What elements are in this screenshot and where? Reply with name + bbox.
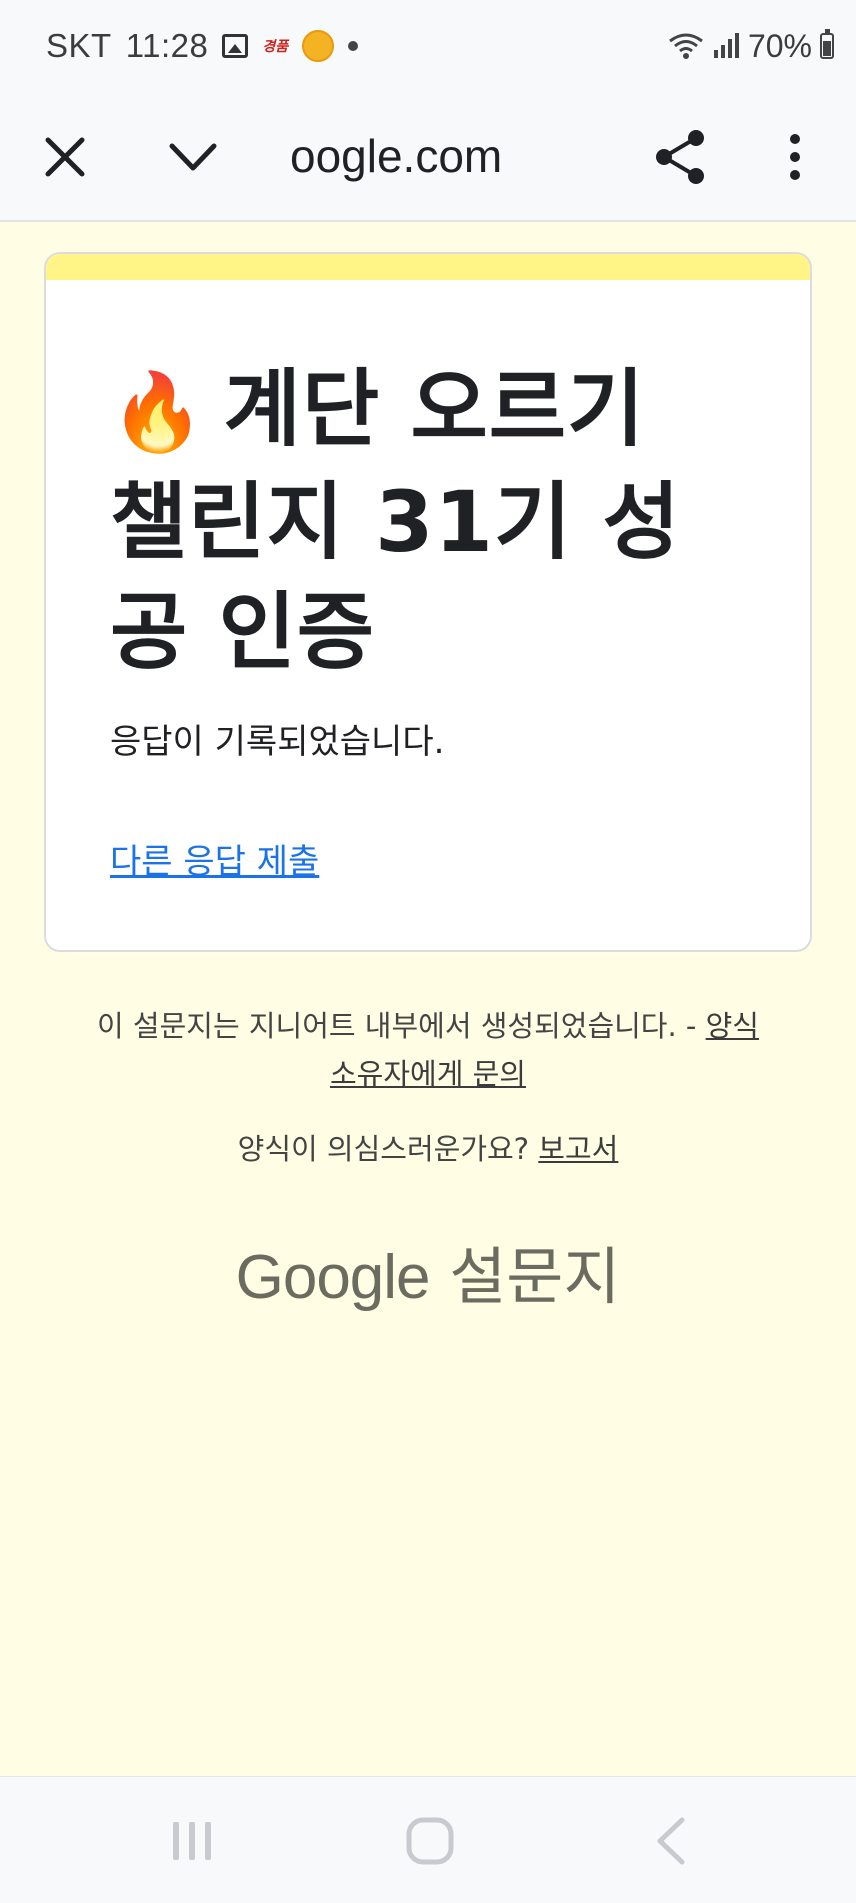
response-recorded-message: 응답이 기록되었습니다. (110, 722, 445, 762)
status-bar: SKT 11:28 경품 70% (0, 0, 856, 92)
home-button[interactable] (400, 1813, 460, 1869)
back-button[interactable] (640, 1813, 700, 1869)
recents-button[interactable] (162, 1813, 222, 1869)
battery-percent: 70% (747, 27, 812, 64)
form-origin-notice: 이 설문지는 지니어트 내부에서 생성되었습니다. - 양식 소유자에게 문의 (80, 1002, 776, 1098)
back-icon (657, 1817, 685, 1865)
home-icon (406, 1817, 454, 1865)
confirmation-card: 🔥 계단 오르기 챌린지 31기 성공 인증 응답이 기록되었습니다. 다른 응답… (44, 252, 812, 952)
share-icon (656, 130, 704, 184)
more-options-button[interactable] (760, 122, 830, 192)
minimize-button[interactable] (158, 122, 228, 192)
report-notice: 양식이 의심스러운가요? 보고서 (80, 1126, 776, 1168)
share-button[interactable] (645, 122, 715, 192)
signal-icon (713, 33, 739, 58)
more-notifications-icon (348, 41, 359, 51)
forms-wordmark: 설문지 (449, 1240, 621, 1313)
carrier-label: SKT (46, 27, 112, 64)
chevron-down-icon (169, 143, 217, 171)
more-vert-icon (790, 134, 800, 180)
app-notification-icon: 경품 (262, 40, 289, 55)
recents-icon (173, 1822, 211, 1860)
card-accent-bar (46, 254, 810, 280)
custom-tab-toolbar: oogle.com (0, 92, 856, 222)
gallery-notification-icon (222, 34, 249, 58)
google-wordmark: Google (235, 1243, 431, 1312)
url-bar[interactable]: oogle.com (290, 116, 502, 196)
report-link[interactable]: 보고서 (538, 1132, 618, 1166)
suspicious-text: 양식이 의심스러운가요? (237, 1132, 530, 1166)
close-icon (45, 137, 85, 177)
form-origin-text: 이 설문지는 지니어트 내부에서 생성되었습니다. - (97, 1009, 697, 1043)
status-left: SKT 11:28 경품 (46, 24, 359, 68)
system-nav-bar (0, 1776, 856, 1903)
status-right: 70% (668, 24, 834, 68)
coin-notification-icon (302, 30, 335, 62)
form-title: 🔥 계단 오르기 챌린지 31기 성공 인증 (110, 354, 750, 687)
fire-icon: 🔥 (110, 367, 206, 456)
google-forms-logo[interactable]: Google 설문지 (0, 1226, 856, 1316)
wifi-icon (669, 33, 703, 59)
submit-another-response-link[interactable]: 다른 응답 제출 (110, 834, 319, 883)
clock: 11:28 (125, 27, 209, 64)
close-button[interactable] (30, 122, 100, 192)
battery-icon (820, 29, 834, 59)
